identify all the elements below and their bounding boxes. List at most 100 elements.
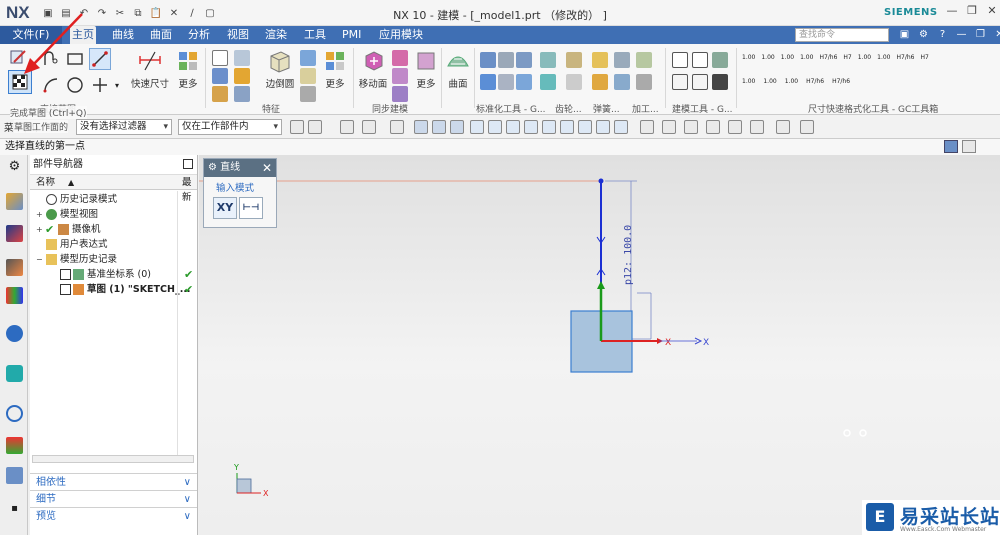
- settings-icon[interactable]: ⚙: [917, 28, 930, 41]
- snap-tool-icon[interactable]: [524, 120, 538, 134]
- column-name[interactable]: 名称: [36, 175, 55, 190]
- extrude-icon[interactable]: [212, 50, 228, 66]
- tree-row-user-expressions[interactable]: 用户表达式: [30, 237, 197, 252]
- dim-format-2[interactable]: 1.00: [761, 54, 774, 61]
- dim-format-6[interactable]: H7: [843, 54, 851, 61]
- close-icon[interactable]: ✕: [262, 159, 272, 177]
- view-tool-icon[interactable]: [800, 120, 814, 134]
- dim-format-13[interactable]: 1.00: [785, 78, 798, 85]
- close-icon[interactable]: ✕: [985, 4, 999, 18]
- help-icon[interactable]: ?: [936, 28, 949, 41]
- snap-tool-icon[interactable]: [488, 120, 502, 134]
- tab-surface[interactable]: 曲面: [148, 26, 174, 44]
- snap-tool-icon[interactable]: [470, 120, 484, 134]
- dim-format-3[interactable]: 1.00: [781, 54, 794, 61]
- gc-chamfer-icon[interactable]: [636, 74, 652, 90]
- hd3d-icon[interactable]: [6, 325, 23, 342]
- chamfer-icon[interactable]: [300, 50, 316, 66]
- tree-row-model-views[interactable]: + 模型视图: [30, 207, 197, 222]
- expand-plus-icon[interactable]: +: [36, 222, 43, 237]
- collapse-minus-icon[interactable]: −: [36, 252, 43, 267]
- horizontal-scrollbar[interactable]: [32, 455, 194, 463]
- pull-face-icon[interactable]: [392, 50, 408, 66]
- view-tool-icon[interactable]: [728, 120, 742, 134]
- history-icon[interactable]: [6, 405, 23, 422]
- tree-row-cameras[interactable]: + ✔ 摄像机: [30, 222, 197, 237]
- graphics-window[interactable]: p12: 100.0 X X Y X: [199, 155, 1000, 535]
- check-icon[interactable]: ✔: [45, 222, 54, 237]
- assembly-navigator-icon[interactable]: [6, 193, 23, 210]
- unite-icon[interactable]: [234, 68, 250, 84]
- filter-tool-icon[interactable]: [308, 120, 322, 134]
- snap-tool-icon[interactable]: [414, 120, 428, 134]
- snap-tool-icon[interactable]: [432, 120, 446, 134]
- close-doc-icon[interactable]: ✕: [993, 28, 1000, 41]
- process-studio-icon[interactable]: [6, 467, 23, 484]
- tree-row-history-mode[interactable]: 历史记录模式: [30, 192, 197, 207]
- minimize-ribbon-icon[interactable]: —: [955, 28, 968, 41]
- dim-format-4[interactable]: 1.00: [800, 54, 813, 61]
- dimension-label[interactable]: p12: 100.0: [623, 225, 634, 285]
- tab-tools[interactable]: 工具: [302, 26, 328, 44]
- gc-rect-icon[interactable]: [692, 52, 708, 68]
- edge-blend-button[interactable]: 边倒圆: [262, 48, 298, 90]
- more-button-2[interactable]: 更多: [320, 48, 350, 90]
- gc-barcode-icon[interactable]: [712, 74, 728, 90]
- minimize-icon[interactable]: —: [945, 4, 959, 18]
- dim-format-1[interactable]: 1.00: [742, 54, 755, 61]
- type-filter-dropdown[interactable]: 没有选择过滤器: [76, 119, 172, 135]
- more-button-1[interactable]: 更多: [173, 48, 203, 90]
- checkbox-checked[interactable]: [60, 284, 71, 295]
- subtract-icon[interactable]: [234, 86, 250, 102]
- gc-table-icon[interactable]: [672, 74, 688, 90]
- dim-format-14[interactable]: H7/h6: [806, 78, 824, 85]
- tree-row-datum-csys[interactable]: 基准坐标系 (0) ✔: [30, 267, 197, 282]
- gc-gear-icon[interactable]: [566, 52, 582, 68]
- status-icon[interactable]: [962, 140, 976, 153]
- view-tool-icon[interactable]: [684, 120, 698, 134]
- gc-spring2-icon[interactable]: [592, 74, 608, 90]
- gc-gear2-icon[interactable]: [566, 74, 582, 90]
- surface-button[interactable]: 曲面: [444, 48, 472, 90]
- dim-format-9[interactable]: H7/h6: [896, 54, 914, 61]
- dim-format-11[interactable]: 1.00: [742, 78, 755, 85]
- constraint-navigator-icon[interactable]: [6, 225, 23, 242]
- section-details[interactable]: 细节 ∨: [30, 490, 197, 507]
- dim-format-15[interactable]: H7/h6: [832, 78, 850, 85]
- line-button[interactable]: [89, 48, 111, 70]
- gc-nut-icon[interactable]: [498, 52, 514, 68]
- part-navigator-icon[interactable]: [6, 259, 23, 276]
- tab-render[interactable]: 渲染: [263, 26, 289, 44]
- gc-shaft-icon[interactable]: [480, 74, 496, 90]
- web-browser-icon[interactable]: [6, 365, 23, 382]
- gc-retainer-icon[interactable]: [540, 74, 556, 90]
- tree-row-sketch[interactable]: 草图 (1) "SKETCH_... ✔: [30, 282, 197, 297]
- view-tool-icon[interactable]: [662, 120, 676, 134]
- more-sketch-chevron-icon[interactable]: ▾: [112, 80, 122, 90]
- gc-spring-icon[interactable]: [592, 52, 608, 68]
- tab-applications[interactable]: 应用模块: [377, 26, 425, 44]
- filter-tool-icon[interactable]: [340, 120, 354, 134]
- tab-analysis[interactable]: 分析: [186, 26, 212, 44]
- snap-tool-icon[interactable]: [596, 120, 610, 134]
- snap-tool-icon[interactable]: [560, 120, 574, 134]
- restore-doc-icon[interactable]: ❐: [974, 28, 987, 41]
- dialog-title-bar[interactable]: ⚙ 直线 ✕: [204, 159, 276, 177]
- more-button-3[interactable]: 更多: [412, 48, 440, 90]
- view-tool-icon[interactable]: [750, 120, 764, 134]
- move-face-button[interactable]: 移动面: [356, 48, 390, 90]
- selection-scope-dropdown[interactable]: 仅在工作部件内: [178, 119, 282, 135]
- gc-machining-icon[interactable]: [614, 52, 630, 68]
- view-tool-icon[interactable]: [640, 120, 654, 134]
- view-tool-icon[interactable]: [776, 120, 790, 134]
- parameter-mode-button[interactable]: ⊢⊣: [239, 197, 263, 219]
- gc-parameter-icon[interactable]: [712, 52, 728, 68]
- gc-hole-icon[interactable]: [636, 52, 652, 68]
- gc-pin-icon[interactable]: [540, 52, 556, 68]
- offset-region-icon[interactable]: [392, 68, 408, 84]
- tab-pmi[interactable]: PMI: [340, 26, 363, 44]
- snap-tool-icon[interactable]: [578, 120, 592, 134]
- sketch-canvas[interactable]: p12: 100.0 X X Y X: [199, 155, 1000, 535]
- system-materials-icon[interactable]: [6, 437, 23, 454]
- snap-tool-icon[interactable]: [506, 120, 520, 134]
